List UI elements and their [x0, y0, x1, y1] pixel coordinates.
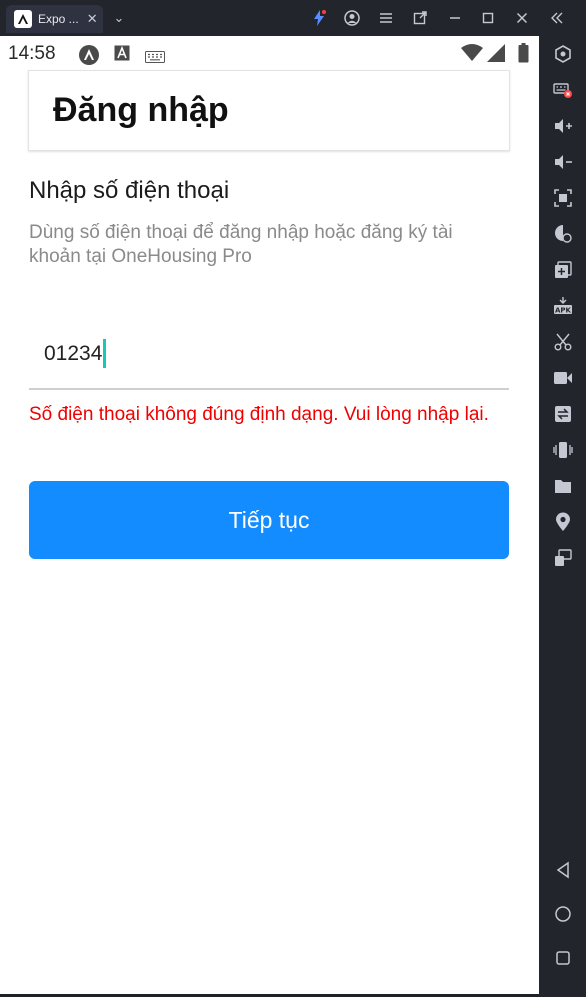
nav-home-icon[interactable] — [539, 899, 586, 929]
emulator-side-toolbar: APK — [539, 36, 586, 997]
rotate-screen-icon[interactable] — [539, 543, 586, 573]
settings-hex-icon[interactable] — [539, 39, 586, 69]
collapse-sidebar-icon[interactable] — [548, 9, 566, 27]
popout-icon[interactable] — [411, 9, 429, 27]
expo-app-icon — [14, 10, 32, 28]
screenshot-icon[interactable] — [539, 183, 586, 213]
phone-number-field[interactable]: 01234 — [29, 330, 509, 390]
app-header: Đăng nhập — [28, 70, 510, 151]
sync-icon[interactable] — [539, 399, 586, 429]
tab-dropdown-icon[interactable]: ⌄ — [110, 9, 128, 27]
shake-icon[interactable] — [539, 435, 586, 465]
keyboard-icon — [145, 48, 165, 67]
svg-text:APK: APK — [555, 307, 572, 315]
battery-icon — [518, 43, 529, 67]
page-title: Đăng nhập — [53, 91, 229, 129]
volume-down-icon[interactable] — [539, 147, 586, 177]
text-caret — [103, 339, 107, 368]
nav-recents-icon[interactable] — [539, 943, 586, 973]
location-icon[interactable] — [539, 507, 586, 537]
section-title: Nhập số điện thoại — [29, 177, 230, 204]
apk-install-icon[interactable]: APK — [539, 291, 586, 321]
signal-icon — [487, 44, 505, 66]
minimize-icon[interactable] — [446, 9, 464, 27]
section-description: Dùng số điện thoại để đăng nhập hoặc đăn… — [29, 222, 453, 267]
status-time: 14:58 — [8, 43, 56, 64]
tab-title: Expo ... — [38, 12, 79, 26]
phone-error-message: Số điện thoại không đúng định dạng. Vui … — [29, 404, 489, 425]
nav-back-icon[interactable] — [539, 855, 586, 885]
volume-up-icon[interactable] — [539, 111, 586, 141]
keymap-icon[interactable] — [539, 75, 586, 105]
emulator-tab[interactable]: Expo ... ✕ — [6, 5, 103, 33]
status-bar: 14:58 — [0, 36, 539, 70]
close-window-icon[interactable] — [513, 9, 531, 27]
app-notification-icon — [78, 44, 100, 70]
font-notification-icon — [114, 45, 130, 65]
phone-screen: 14:58 Đăng nhập Nhập số điện thoại Dùng … — [0, 36, 539, 994]
maximize-icon[interactable] — [479, 9, 497, 27]
continue-button[interactable]: Tiếp tục — [29, 481, 509, 559]
account-icon[interactable] — [343, 9, 361, 27]
lightning-icon[interactable] — [310, 9, 328, 27]
tab-close-icon[interactable]: ✕ — [87, 12, 98, 27]
emulator-title-bar: Expo ... ✕ ⌄ — [0, 0, 586, 36]
phone-number-input[interactable]: 01234 — [44, 339, 107, 368]
menu-icon[interactable] — [377, 9, 395, 27]
folder-icon[interactable] — [539, 471, 586, 501]
performance-icon[interactable] — [539, 219, 586, 249]
record-video-icon[interactable] — [539, 363, 586, 393]
scissors-icon[interactable] — [539, 327, 586, 357]
phone-number-value: 01234 — [44, 341, 103, 365]
wifi-icon — [461, 44, 483, 66]
multi-instance-icon[interactable] — [539, 255, 586, 285]
